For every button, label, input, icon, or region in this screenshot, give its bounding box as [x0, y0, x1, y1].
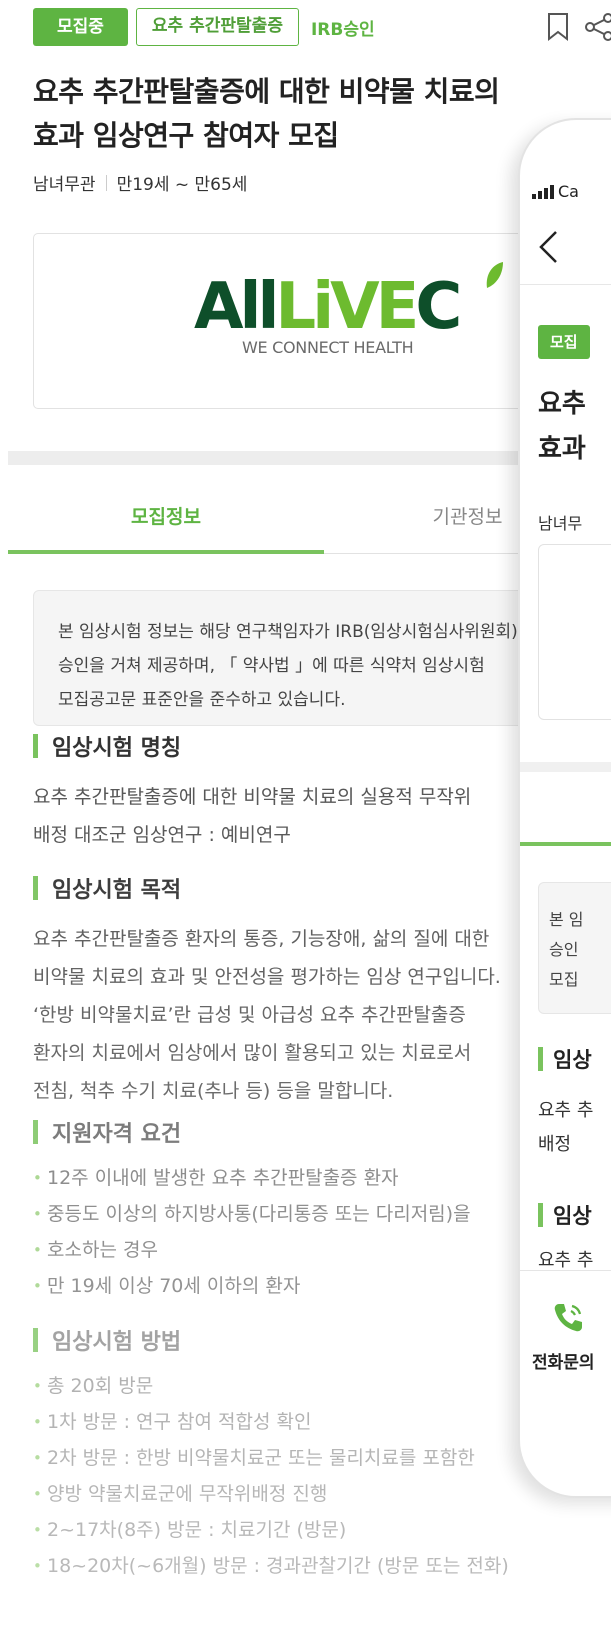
heading-accent-bar — [538, 1203, 543, 1227]
section-heading-text: 임상시험 목적 — [52, 878, 182, 903]
method-list: 총 20회 방문 1차 방문 : 연구 참여 적합성 확인 2차 방문 : 한방… — [33, 1368, 593, 1584]
top-actions — [546, 12, 611, 42]
phone-section-body: 요추 추 — [538, 1244, 593, 1278]
list-item: 18~20차(~6개월) 방문 : 경과관찰기간 (방문 또는 전화) — [33, 1548, 593, 1584]
phone-title: 요추 효과 — [538, 382, 586, 472]
eligibility-list: 12주 이내에 발생한 요추 추간판탈출증 환자 중등도 이상의 하지방사통(다… — [33, 1160, 593, 1304]
list-item: 중등도 이상의 하지방사통(다리통증 또는 다리저림)을 — [33, 1196, 593, 1232]
purpose-line-4: 환자의 치료에서 임상에서 많이 활용되고 있는 치료로서 — [33, 1042, 472, 1064]
list-item-continuation: 양방 약물치료군에 무작위배정 진행 — [33, 1476, 593, 1512]
phone-active-tab-indicator — [520, 842, 611, 846]
list-item-continuation: 호소하는 경우 — [33, 1232, 593, 1268]
phone-call-label[interactable]: 전화문의 — [532, 1348, 595, 1373]
heading-accent-bar — [33, 1120, 38, 1144]
phone-section-heading-text: 임상 — [553, 1204, 592, 1228]
share-icon[interactable] — [584, 12, 611, 42]
signal-icon — [532, 184, 554, 199]
phone-meta: 남녀무 — [538, 514, 583, 533]
phone-section-heading-text: 임상 — [553, 1048, 592, 1072]
badge-row: 모집중 요추 추간판탈출증 IRB승인 — [33, 8, 375, 46]
phone-header-divider — [520, 284, 611, 285]
section-heading: 지원자격 요건 — [33, 1114, 593, 1150]
section-trial-name: 임상시험 명칭 요추 추간판탈출증에 대한 비약물 치료의 실용적 무작위 배정… — [33, 728, 593, 854]
list-item: 12주 이내에 발생한 요추 추간판탈출증 환자 — [33, 1160, 593, 1196]
phone-section-heading: 임상 — [538, 1044, 592, 1074]
list-item: 만 19세 이상 70세 이하의 환자 — [33, 1268, 593, 1304]
page-title: 요추 추간판탈출증에 대한 비약물 치료의 효과 임상연구 참여자 모집 — [33, 70, 553, 158]
phone-divider-band — [520, 762, 611, 772]
phone-section-body: 요추 추 배정 — [538, 1094, 593, 1162]
allivec-logo: AllLiVEC — [194, 270, 462, 344]
section-heading: 임상시험 목적 — [33, 870, 593, 906]
notice-line-2: 승인을 거쳐 제공하며, 「 약사법 」에 따른 식약처 임상시험 — [58, 656, 485, 676]
phone-body-line-2: 배정 — [538, 1134, 572, 1155]
phone-body-line-1: 요추 추 — [538, 1100, 594, 1121]
heading-accent-bar — [33, 1328, 38, 1352]
title-line-1: 요추 추간판탈출증에 대한 비약물 치료의 — [33, 75, 500, 108]
trial-name-text: 요추 추간판탈출증에 대한 비약물 치료의 실용적 무작위 배정 대조군 임상연… — [33, 778, 593, 854]
purpose-line-2: 비약물 치료의 효과 및 안전성을 평가하는 임상 연구입니다. — [33, 966, 501, 988]
sponsor-logo-card: AllLiVEC WE CONNECT HEALTH — [33, 233, 593, 409]
section-heading-text: 임상시험 명칭 — [52, 736, 182, 761]
phone-notice-box: 본 임 승인 모집 — [538, 882, 611, 1014]
list-item: 2차 방문 : 한방 비약물치료군 또는 물리치료를 포함한 — [33, 1440, 593, 1476]
phone-status-bar: Ca — [532, 182, 579, 201]
logo-tagline: WE CONNECT HEALTH — [242, 338, 414, 357]
trial-purpose-text: 요추 추간판탈출증 환자의 통증, 기능장애, 삶의 질에 대한 비약물 치료의… — [33, 920, 593, 1110]
heading-accent-bar — [33, 876, 38, 900]
phone-notice-line-1: 본 임 — [549, 910, 584, 929]
irb-notice-box: 본 임상시험 정보는 해당 연구책임자가 IRB(임상시험심사위원회) 승인을 … — [33, 590, 593, 726]
gender-label: 남녀무관 — [33, 175, 96, 195]
phone-bottom-divider — [520, 1270, 611, 1271]
phone-section-heading: 임상 — [538, 1200, 592, 1230]
logo-part-3: C — [415, 270, 462, 344]
phone-status-badge: 모집 — [538, 325, 590, 359]
eligibility-meta: 남녀무관 만19세 ~ 만65세 — [33, 170, 247, 195]
title-line-2: 효과 임상연구 참여자 모집 — [33, 119, 339, 152]
tab-recruit-info[interactable]: 모집정보 — [8, 480, 324, 554]
phone-notice-line-2: 승인 — [549, 940, 579, 959]
section-heading-text: 지원자격 요건 — [52, 1122, 182, 1147]
notice-line-1: 본 임상시험 정보는 해당 연구책임자가 IRB(임상시험심사위원회) — [58, 622, 518, 642]
phone-call-icon[interactable] — [550, 1300, 586, 1336]
irb-approved-badge: IRB승인 — [310, 19, 375, 40]
notice-line-3: 모집공고문 표준안을 준수하고 있습니다. — [58, 690, 346, 710]
purpose-line-5: 전침, 척추 수기 치료(추나 등) 등을 말합니다. — [33, 1080, 394, 1102]
section-heading: 임상시험 명칭 — [33, 728, 593, 764]
recruiting-status-badge: 모집중 — [33, 8, 128, 46]
logo-part-1: All — [194, 270, 279, 344]
trial-name-line-2: 배정 대조군 임상연구 : 예비연구 — [33, 824, 291, 846]
purpose-line-3: ‘한방 비약물치료’란 급성 및 아급성 요추 추간판탈출증 — [33, 1004, 466, 1026]
bookmark-icon[interactable] — [546, 12, 570, 42]
list-item: 1차 방문 : 연구 참여 적합성 확인 — [33, 1404, 593, 1440]
logo-part-2: LiVE — [275, 270, 419, 344]
list-item: 2~17차(8주) 방문 : 치료기간 (방문) — [33, 1512, 593, 1548]
purpose-line-1: 요추 추간판탈출증 환자의 통증, 기능장애, 삶의 질에 대한 — [33, 928, 490, 950]
section-heading: 임상시험 방법 — [33, 1322, 593, 1358]
section-eligibility: 지원자격 요건 12주 이내에 발생한 요추 추간판탈출증 환자 중등도 이상의… — [33, 1114, 593, 1304]
section-trial-method: 임상시험 방법 총 20회 방문 1차 방문 : 연구 참여 적합성 확인 2차… — [33, 1322, 593, 1584]
phone-mockup: Ca 모집 요추 효과 남녀무 본 임 승인 모집 임상 요추 추 배정 임상 … — [518, 118, 611, 1498]
phone-title-line-2: 효과 — [538, 434, 586, 464]
carrier-label: Ca — [558, 182, 579, 201]
category-badge[interactable]: 요추 추간판탈출증 — [135, 8, 299, 46]
trial-name-line-1: 요추 추간판탈출증에 대한 비약물 치료의 실용적 무작위 — [33, 786, 472, 808]
back-arrow-icon[interactable] — [538, 230, 558, 264]
section-trial-purpose: 임상시험 목적 요추 추간판탈출증 환자의 통증, 기능장애, 삶의 질에 대한… — [33, 870, 593, 1110]
phone-title-line-1: 요추 — [538, 389, 586, 419]
list-item: 총 20회 방문 — [33, 1368, 593, 1404]
leaf-icon — [486, 262, 503, 288]
meta-divider — [105, 174, 107, 191]
age-range-label: 만19세 ~ 만65세 — [116, 175, 248, 195]
phone-body-line-1: 요추 추 — [538, 1250, 594, 1271]
section-heading-text: 임상시험 방법 — [52, 1330, 182, 1355]
heading-accent-bar — [538, 1047, 543, 1071]
phone-logo-card — [538, 544, 611, 720]
heading-accent-bar — [33, 734, 38, 758]
phone-notice-line-3: 모집 — [549, 970, 579, 989]
